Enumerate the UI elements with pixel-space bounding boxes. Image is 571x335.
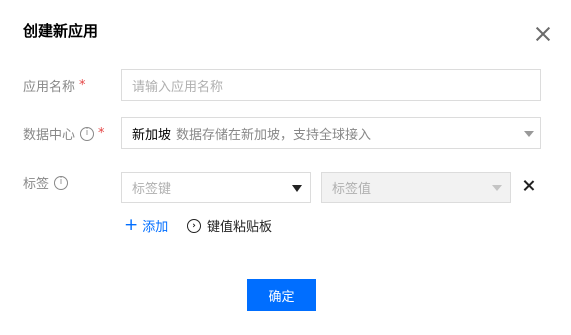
app-name-input[interactable]: 请输入应用名称 [121,69,541,101]
tag-key-placeholder: 标签键 [132,182,172,197]
app-name-placeholder: 请输入应用名称 [132,79,224,95]
app-name-label: 应用名称 [23,80,76,95]
data-center-label: 数据中心 [23,128,76,143]
tag-value-placeholder: 标签值 [332,182,372,197]
add-tag-button[interactable]: + 添加 [124,215,169,236]
info-icon[interactable]: i [54,175,69,190]
info-icon[interactable]: i [80,126,95,141]
chevron-right-circle-icon: › [187,218,201,233]
app-name-label-row: 应用名称 * [23,76,86,95]
tags-label-row: 标签 i [23,173,69,192]
add-tag-label: 添加 [142,220,169,235]
data-center-description: 数据存储在新加坡，支持全球接入 [176,127,372,143]
required-mark: * [98,126,105,141]
data-center-label-row: 数据中心 i * [23,124,105,143]
dialog-title: 创建新应用 [23,22,99,40]
chevron-down-icon [292,185,302,192]
paste-board-label: 键值粘贴板 [207,220,273,235]
required-mark: * [79,78,86,93]
tags-label: 标签 [23,177,50,192]
plus-icon: + [124,215,139,235]
close-icon[interactable] [535,26,551,42]
confirm-button[interactable]: 确定 [247,279,316,311]
tag-key-select[interactable]: 标签键 [121,172,311,203]
create-app-dialog: 创建新应用 应用名称 * 请输入应用名称 数据中心 i * 新加坡 数据存储在新… [0,0,571,335]
delete-tag-icon[interactable] [524,180,534,192]
data-center-select[interactable]: 新加坡 数据存储在新加坡，支持全球接入 [121,117,541,149]
data-center-selected: 新加坡 [132,127,172,143]
chevron-down-icon [524,131,534,137]
chevron-down-icon [492,185,502,191]
paste-board-button[interactable]: › 键值粘贴板 [187,216,272,235]
tag-value-select[interactable]: 标签值 [321,172,511,203]
